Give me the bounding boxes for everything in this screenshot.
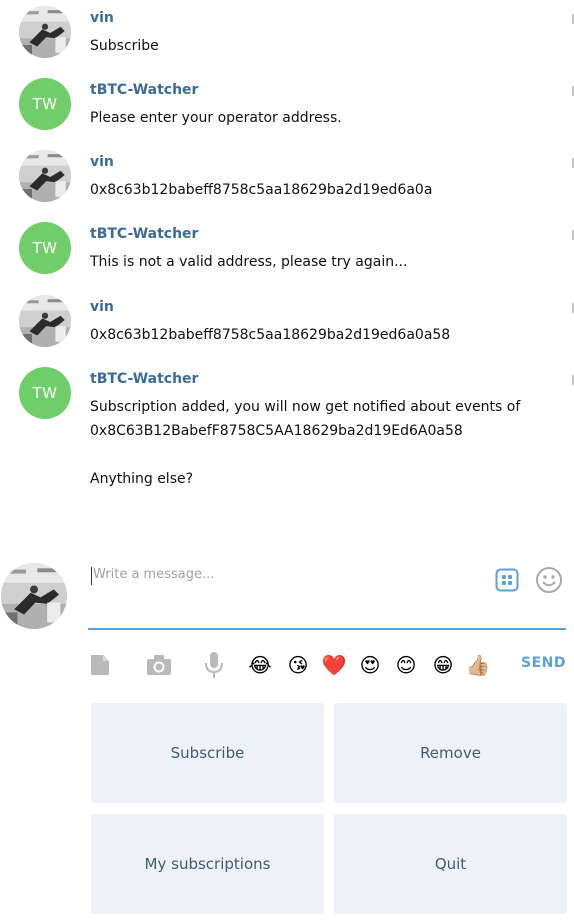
bot-keyboard-icon[interactable] bbox=[495, 568, 519, 592]
composer-toolbar: 😂 😘 ❤️ 😍 😊 😁 👍🏼 bbox=[0, 648, 574, 682]
user-avatar[interactable] bbox=[19, 6, 71, 58]
message-text: This is not a valid address, please try … bbox=[90, 254, 408, 270]
keyboard-button-quit[interactable]: Quit bbox=[334, 814, 567, 914]
send-button[interactable]: SEND bbox=[521, 655, 566, 671]
emoji-heart-icon[interactable]: ❤️ bbox=[320, 648, 348, 682]
sender-name[interactable]: vin bbox=[90, 299, 114, 315]
keyboard-button-subscribe[interactable]: Subscribe bbox=[91, 703, 324, 803]
message-input-placeholder: Write a message... bbox=[93, 567, 215, 582]
message-item: vin Subscribe bbox=[0, 6, 574, 66]
message-text: 0x8c63b12babeff8758c5aa18629ba2d19ed6a0a… bbox=[90, 327, 451, 343]
microphone-icon[interactable] bbox=[203, 648, 225, 682]
message-item: TW tBTC-Watcher This is not a valid addr… bbox=[0, 222, 574, 282]
camera-icon[interactable] bbox=[145, 648, 173, 682]
bot-avatar[interactable]: TW bbox=[19, 78, 71, 130]
emoji-smile-icon[interactable] bbox=[535, 566, 563, 594]
sender-name[interactable]: vin bbox=[90, 154, 114, 170]
user-avatar[interactable] bbox=[19, 150, 71, 202]
text-caret bbox=[91, 567, 92, 585]
keyboard-button-remove[interactable]: Remove bbox=[334, 703, 567, 803]
emoji-joy-icon[interactable]: 😂 bbox=[246, 648, 274, 682]
message-text: Anything else? bbox=[90, 471, 194, 487]
message-text: Subscribe bbox=[90, 38, 159, 54]
sender-name[interactable]: tBTC-Watcher bbox=[90, 371, 198, 387]
bot-avatar[interactable]: TW bbox=[19, 367, 71, 419]
emoji-heart-eyes-icon[interactable]: 😍 bbox=[356, 648, 384, 682]
message-text: 0x8c63b12babeff8758c5aa18629ba2d19ed6a0a bbox=[90, 182, 433, 198]
message-text: 0x8C63B12BabefF8758C5AA18629ba2d19Ed6A0a… bbox=[90, 423, 463, 439]
message-text: Please enter your operator address. bbox=[90, 110, 342, 126]
message-item: vin 0x8c63b12babeff8758c5aa18629ba2d19ed… bbox=[0, 150, 574, 210]
bot-avatar[interactable]: TW bbox=[19, 222, 71, 274]
avatar-initials: TW bbox=[32, 95, 58, 113]
message-item: vin 0x8c63b12babeff8758c5aa18629ba2d19ed… bbox=[0, 295, 574, 355]
message-item: TW tBTC-Watcher Subscription added, you … bbox=[0, 367, 574, 497]
sender-name[interactable]: tBTC-Watcher bbox=[90, 226, 198, 242]
user-avatar[interactable] bbox=[19, 295, 71, 347]
sender-name[interactable]: vin bbox=[90, 10, 114, 26]
sender-name[interactable]: tBTC-Watcher bbox=[90, 82, 198, 98]
emoji-kiss-icon[interactable]: 😘 bbox=[284, 648, 312, 682]
emoji-grin-icon[interactable]: 😁 bbox=[429, 648, 457, 682]
emoji-thumbs-up-icon[interactable]: 👍🏼 bbox=[464, 648, 492, 682]
avatar-initials: TW bbox=[32, 384, 58, 402]
message-text: Subscription added, you will now get not… bbox=[90, 399, 521, 415]
avatar-initials: TW bbox=[32, 239, 58, 257]
document-icon[interactable] bbox=[88, 648, 112, 682]
emoji-blush-icon[interactable]: 😊 bbox=[392, 648, 420, 682]
message-item: TW tBTC-Watcher Please enter your operat… bbox=[0, 78, 574, 138]
self-avatar[interactable] bbox=[1, 563, 67, 629]
keyboard-button-my-subscriptions[interactable]: My subscriptions bbox=[91, 814, 324, 914]
